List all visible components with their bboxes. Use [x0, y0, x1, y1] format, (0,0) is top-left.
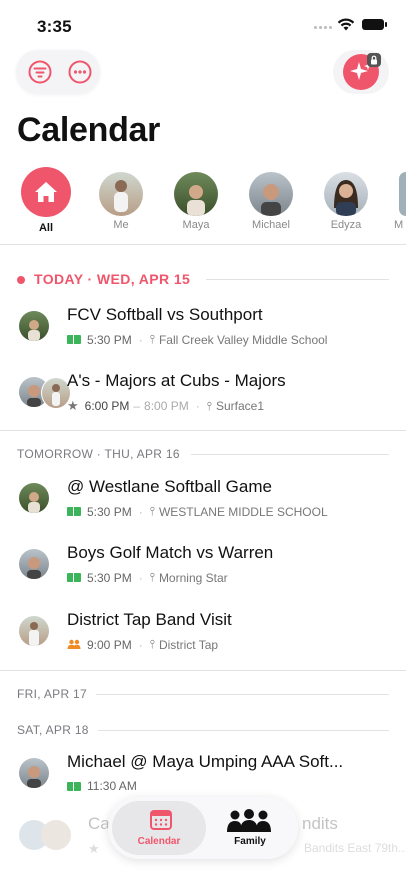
section-rule: [96, 694, 389, 695]
event-title: District Tap Band Visit: [67, 610, 232, 629]
event-title: Ca: [88, 814, 110, 833]
tab-calendar[interactable]: Calendar: [112, 801, 206, 855]
top-actions-pill: [16, 50, 100, 94]
avatar-me-label: Me: [113, 219, 129, 231]
today-dot: [17, 276, 25, 284]
avatar-more[interactable]: [399, 172, 406, 216]
wifi-icon: [337, 18, 355, 31]
field-icon: [67, 335, 81, 344]
event-meta: 5:30 PM · ⫯ Fall Creek Valley Middle Sch…: [67, 332, 327, 347]
event-avatar: [19, 483, 49, 513]
event-time: 5:30 PM: [87, 332, 132, 347]
event-row[interactable]: Boys Golf Match vs Warren 5:30 PM · ⫯ Mo…: [0, 543, 406, 609]
page-title: Calendar: [17, 111, 161, 149]
field-icon: [67, 573, 81, 582]
tab-calendar-label: Calendar: [137, 836, 181, 847]
star-icon: ★: [67, 398, 79, 413]
event-avatar: [19, 311, 49, 341]
field-icon: [67, 781, 81, 791]
event-title: @ Westlane Softball Game: [67, 477, 272, 496]
cellular-signal-icon: [314, 26, 332, 29]
family-icon: [227, 809, 271, 832]
event-time: 9:00 PM: [87, 637, 132, 652]
tab-family-label: Family: [234, 836, 266, 847]
filter-icon[interactable]: [28, 60, 52, 84]
avatar-maya-label: Maya: [182, 219, 210, 231]
avatar-michael-label: Michael: [252, 219, 290, 231]
event-avatar-second: [41, 820, 71, 850]
more-icon[interactable]: [68, 60, 92, 84]
avatar-edyza-label: Edyza: [330, 219, 362, 231]
avatar-me[interactable]: [99, 172, 143, 216]
battery-icon: [362, 19, 387, 30]
location-pin-icon: ⫯: [149, 570, 155, 584]
filter-all-label: All: [38, 222, 54, 234]
event-row[interactable]: @ Westlane Softball Game 5:30 PM · ⫯ WES…: [0, 477, 406, 543]
event-row[interactable]: District Tap Band Visit 9:00 PM · ⫯ Dist…: [0, 610, 406, 676]
event-title: FCV Softball vs Southport: [67, 305, 263, 324]
event-row[interactable]: A's - Majors at Cubs - Majors ★ 6:00 PM …: [0, 371, 406, 437]
calendar-icon: [150, 810, 172, 830]
event-end-time: 8:00 PM: [144, 399, 189, 413]
event-location: Bandits East 79th...: [304, 841, 406, 855]
lock-icon: [367, 53, 381, 67]
event-location: Fall Creek Valley Middle School: [158, 332, 328, 347]
location-pin-icon: ⫯: [149, 637, 155, 651]
event-avatar: [19, 549, 49, 579]
status-time: 3:35: [37, 17, 72, 36]
location-pin-icon: ⫯: [149, 504, 155, 518]
filter-all-button[interactable]: [21, 167, 71, 217]
tab-family[interactable]: Family: [206, 801, 294, 855]
divider: [0, 430, 406, 431]
event-meta: 5:30 PM · ⫯ Morning Star: [67, 570, 228, 585]
section-today: TODAY · WED, APR 15: [34, 271, 191, 287]
event-time: 6:00 PM: [84, 399, 130, 413]
location-pin-icon: ⫯: [206, 398, 212, 413]
event-avatar: [19, 616, 49, 646]
section-tomorrow: TOMORROW · THU, APR 16: [17, 447, 180, 461]
event-avatar: [19, 758, 49, 788]
event-location: Surface1: [215, 399, 265, 413]
event-time: 5:30 PM: [87, 570, 132, 585]
location-pin-icon: ⫯: [149, 332, 155, 346]
avatar-more-label: M: [394, 219, 404, 231]
divider: [0, 670, 406, 671]
event-meta: 9:00 PM · ⫯ District Tap: [67, 637, 218, 652]
event-title: Boys Golf Match vs Warren: [67, 543, 274, 562]
event-meta: ★: [88, 841, 100, 857]
divider: [0, 244, 406, 245]
avatar-maya[interactable]: [174, 172, 218, 216]
star-icon: ★: [88, 841, 100, 856]
event-location: WESTLANE MIDDLE SCHOOL: [158, 504, 328, 519]
event-meta-tail: Bandits East 79th...: [300, 841, 406, 855]
event-title: A's - Majors at Cubs - Majors: [67, 371, 286, 390]
event-meta: ★ 6:00 PM – 8:00 PM · ⫯ Surface1: [67, 398, 265, 413]
section-fri: FRI, APR 17: [17, 687, 87, 701]
event-location: District Tap: [158, 637, 219, 652]
section-rule: [191, 454, 389, 455]
event-meta: 11:30 AM: [67, 779, 137, 793]
home-icon: [35, 182, 57, 202]
event-meta: 5:30 PM · ⫯ WESTLANE MIDDLE SCHOOL: [67, 504, 328, 519]
event-title: Michael @ Maya Umping AAA Soft...: [67, 752, 344, 771]
field-icon: [67, 507, 81, 516]
section-sat: SAT, APR 18: [17, 723, 89, 737]
tab-bar: Calendar Family: [108, 797, 298, 859]
section-rule: [206, 279, 389, 280]
section-rule: [98, 730, 389, 731]
event-time: 5:30 PM: [87, 504, 132, 519]
event-time: 11:30 AM: [87, 779, 137, 793]
avatar-michael[interactable]: [249, 172, 293, 216]
event-title-tail: ndits: [302, 814, 338, 833]
avatar-edyza[interactable]: [324, 172, 368, 216]
event-row[interactable]: FCV Softball vs Southport 5:30 PM · ⫯ Fa…: [0, 305, 406, 371]
family-icon: [67, 639, 81, 649]
event-location: Morning Star: [158, 570, 228, 585]
status-bar: 3:35: [0, 0, 406, 50]
